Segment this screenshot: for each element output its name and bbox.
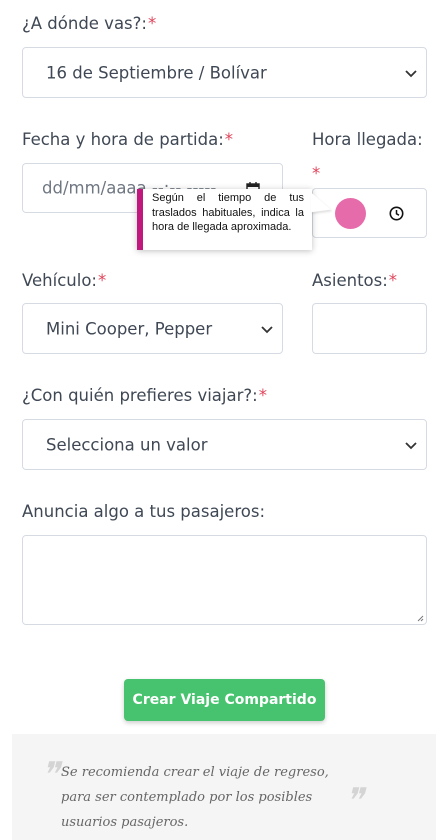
chevron-down-icon [261, 325, 273, 333]
preferencia-select[interactable]: Selecciona un valor [22, 419, 427, 470]
destino-select[interactable]: 16 de Septiembre / Bolívar [22, 47, 427, 98]
chevron-down-icon [405, 69, 417, 77]
preferencia-value: Selecciona un valor [46, 435, 208, 454]
resize-handle-icon[interactable] [417, 615, 424, 622]
crear-viaje-button[interactable]: Crear Viaje Compartido [124, 679, 325, 721]
llegada-required: * [312, 164, 321, 183]
vehiculo-value: Mini Cooper, Pepper [46, 319, 213, 338]
asientos-input[interactable] [312, 303, 427, 354]
destino-label: ¿A dónde vas?:* [22, 14, 157, 33]
clock-icon[interactable] [389, 206, 404, 221]
anuncio-textarea[interactable] [22, 535, 427, 625]
vehiculo-select[interactable]: Mini Cooper, Pepper [22, 303, 283, 354]
chevron-down-icon [405, 441, 417, 449]
fecha-label: Fecha y hora de partida:* [22, 130, 234, 149]
llegada-label: Hora llegada: [312, 130, 423, 149]
destino-value: 16 de Septiembre / Bolívar [46, 63, 267, 82]
vehiculo-label: Vehículo:* [22, 271, 107, 290]
recommendation-note: ❞ Se recomienda crear el viaje de regres… [12, 734, 436, 840]
arrival-time-tooltip: Según el tiempo de tus traslados habitua… [137, 189, 312, 250]
open-quote-icon: ❞ [41, 755, 60, 795]
preferencia-label: ¿Con quién prefieres viajar?:* [22, 386, 267, 405]
tooltip-text: Según el tiempo de tus traslados habitua… [152, 192, 304, 233]
close-quote-icon: ❞ [345, 781, 364, 821]
anuncio-label: Anuncia algo a tus pasajeros: [22, 502, 266, 521]
asientos-label: Asientos:* [312, 271, 398, 290]
note-text: Se recomienda crear el viaje de regreso,… [61, 765, 329, 830]
highlight-marker [335, 198, 366, 229]
